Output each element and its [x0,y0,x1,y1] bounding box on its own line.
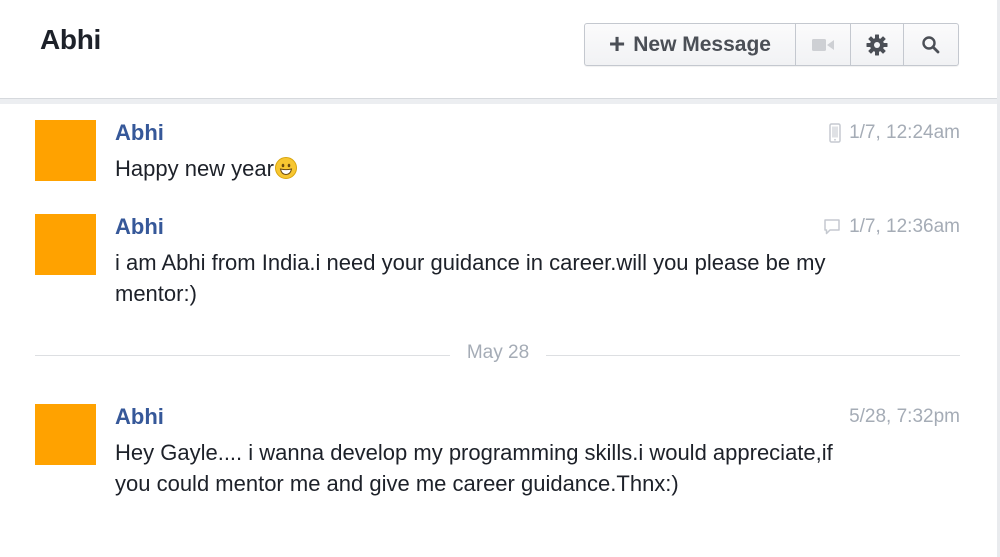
gear-icon [866,34,888,55]
message-item: Abhi Hey Gayle.... i wanna develop my pr… [35,404,965,534]
avatar[interactable] [35,120,96,181]
date-divider-label: May 28 [450,342,546,364]
message-item: Abhi Happy new year 1/7, 12:24am [35,120,965,190]
new-message-label: New Message [633,32,771,56]
chat-bubble-icon [824,219,840,235]
header-shadow [0,99,1000,104]
message-meta: 1/7, 12:24am [829,122,960,144]
message-meta: 5/28, 7:32pm [849,406,960,428]
video-call-button[interactable] [796,24,851,65]
message-text: Happy new year [115,153,845,184]
message-item: Abhi i am Abhi from India.i need your gu… [35,214,965,314]
message-timestamp: 5/28, 7:32pm [849,406,960,427]
avatar[interactable] [35,214,96,275]
sender-name[interactable]: Abhi [115,214,164,240]
message-text-content: Happy new year [115,156,274,181]
plus-icon: + [608,27,626,59]
search-button[interactable] [904,24,958,65]
mobile-phone-icon [829,123,841,143]
video-call-icon [811,38,834,51]
conversation-header: Abhi + New Message [0,0,1000,99]
new-message-button[interactable]: + New Message [585,24,796,65]
message-timestamp: 1/7, 12:36am [849,216,960,237]
sender-name[interactable]: Abhi [115,404,164,430]
avatar[interactable] [35,404,96,465]
sender-name[interactable]: Abhi [115,120,164,146]
message-text: Hey Gayle.... i wanna develop my program… [115,440,833,496]
settings-button[interactable] [851,24,905,65]
grinning-face-emoji [274,157,297,179]
message-text: i am Abhi from India.i need your guidanc… [115,250,826,306]
conversation-title: Abhi [40,24,102,55]
message-meta: 1/7, 12:36am [823,216,960,238]
header-toolbar: + New Message [584,23,959,66]
message-timestamp: 1/7, 12:24am [849,122,960,143]
search-icon [922,35,940,53]
